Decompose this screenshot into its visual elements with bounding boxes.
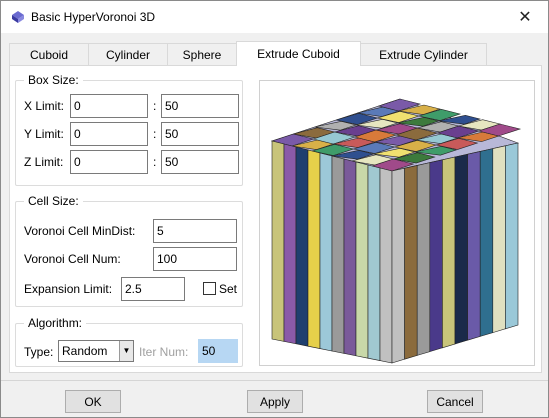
- z-max-input[interactable]: 50: [161, 150, 239, 174]
- front-stripe: [331, 155, 345, 354]
- right-stripe: [442, 156, 456, 349]
- x-min-input[interactable]: 0: [70, 94, 148, 118]
- right-stripe: [479, 148, 494, 337]
- dialog-window: Basic HyperVoronoi 3D ✕ Cuboid Cylinder …: [0, 0, 549, 418]
- right-stripe: [391, 167, 405, 364]
- chevron-down-icon[interactable]: ▼: [119, 341, 133, 361]
- tab-panel: Box Size: X Limit: 0 : 50 Y Limit: 0 : 5…: [9, 65, 542, 373]
- algorithm-label: Algorithm:: [24, 315, 87, 331]
- tab-bar: Cuboid Cylinder Sphere Extrude Cuboid Ex…: [9, 41, 544, 66]
- cell-num-label: Voronoi Cell Num:: [24, 252, 121, 266]
- cancel-button[interactable]: Cancel: [427, 390, 483, 413]
- y-limit-label: Y Limit:: [24, 127, 64, 141]
- cell-size-group: Cell Size: Voronoi Cell MinDist: 5 Voron…: [15, 193, 243, 307]
- y-separator: :: [153, 127, 157, 141]
- tab-extrude-cylinder[interactable]: Extrude Cylinder: [360, 43, 487, 65]
- right-stripe: [404, 165, 418, 360]
- iter-num-input[interactable]: 50: [198, 339, 238, 363]
- tab-cuboid[interactable]: Cuboid: [9, 43, 89, 65]
- type-select[interactable]: Random ▼: [58, 340, 134, 362]
- right-stripe: [429, 159, 443, 353]
- algorithm-group: Algorithm: Type: Random ▼ Iter Num: 50: [15, 315, 243, 367]
- expansion-limit-input[interactable]: 2.5: [121, 277, 185, 301]
- front-stripe: [367, 164, 381, 361]
- right-stripe: [467, 151, 481, 341]
- x-limit-label: X Limit:: [24, 99, 65, 113]
- type-select-value: Random: [62, 344, 108, 358]
- right-stripe: [454, 153, 468, 345]
- cell-size-label: Cell Size:: [24, 193, 83, 209]
- min-dist-input[interactable]: 5: [153, 219, 237, 243]
- iter-num-label: Iter Num:: [139, 345, 189, 359]
- tab-extrude-cuboid[interactable]: Extrude Cuboid: [236, 41, 361, 66]
- min-dist-label: Voronoi Cell MinDist:: [24, 224, 136, 238]
- ok-button[interactable]: OK: [65, 390, 121, 413]
- close-icon[interactable]: ✕: [502, 1, 548, 33]
- app-icon: [12, 11, 24, 23]
- box-size-group: Box Size: X Limit: 0 : 50 Y Limit: 0 : 5…: [15, 72, 243, 186]
- box-size-label: Box Size:: [24, 72, 83, 88]
- front-stripe: [271, 140, 285, 342]
- cell-num-input[interactable]: 100: [153, 247, 237, 271]
- right-stripe: [505, 142, 519, 330]
- front-stripe: [307, 149, 321, 349]
- y-max-input[interactable]: 50: [161, 122, 239, 146]
- y-min-input[interactable]: 0: [70, 122, 148, 146]
- front-stripe: [319, 152, 333, 352]
- x-max-input[interactable]: 50: [161, 94, 239, 118]
- front-stripe: [295, 146, 309, 347]
- type-label: Type:: [24, 345, 54, 359]
- button-separator: [1, 380, 548, 381]
- tab-sphere[interactable]: Sphere: [167, 43, 237, 65]
- window-title: Basic HyperVoronoi 3D: [31, 10, 156, 24]
- expansion-limit-label: Expansion Limit:: [24, 282, 113, 296]
- front-stripe: [379, 167, 393, 364]
- tab-cylinder[interactable]: Cylinder: [88, 43, 168, 65]
- front-stripe: [283, 143, 297, 345]
- set-checkbox[interactable]: [203, 282, 216, 295]
- set-label: Set: [219, 282, 238, 296]
- x-separator: :: [153, 99, 157, 113]
- right-stripe: [416, 162, 431, 356]
- front-stripe: [355, 161, 369, 359]
- right-stripe: [492, 145, 506, 334]
- title-bar[interactable]: Basic HyperVoronoi 3D ✕: [1, 1, 548, 33]
- apply-button[interactable]: Apply: [247, 390, 303, 413]
- z-limit-label: Z Limit:: [24, 155, 64, 169]
- voronoi-cube-image: [270, 98, 522, 364]
- preview-panel: [259, 80, 535, 366]
- front-stripe: [343, 158, 357, 357]
- z-separator: :: [153, 155, 157, 169]
- z-min-input[interactable]: 0: [70, 150, 148, 174]
